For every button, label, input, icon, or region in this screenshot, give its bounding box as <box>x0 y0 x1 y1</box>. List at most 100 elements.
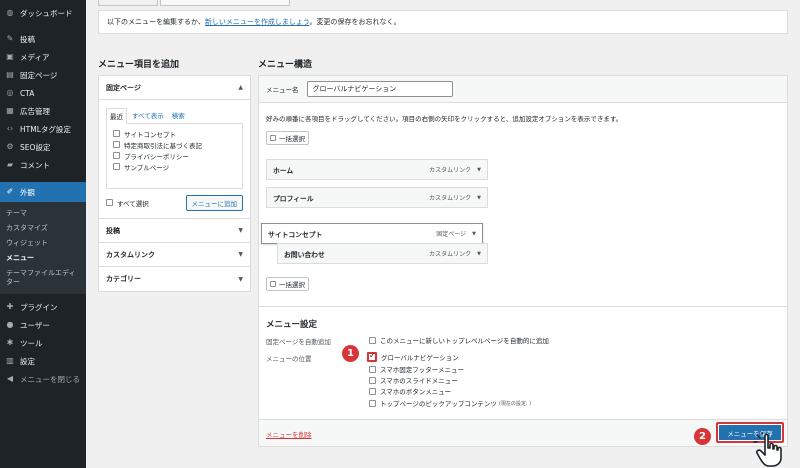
item-expand-icon[interactable]: ▼ <box>477 251 481 257</box>
posts-section-header[interactable]: 投稿 ▼ <box>99 219 250 243</box>
sidebar-item-tools[interactable]: ✱ ツール <box>0 334 86 352</box>
pin-icon: ✎ <box>6 34 14 43</box>
pointer-hand-icon <box>753 432 782 467</box>
sidebar-item-cta[interactable]: ◎ CTA <box>0 84 86 102</box>
nav-tab-locations[interactable] <box>160 0 290 6</box>
menu-item-contact[interactable]: お問い合わせ カスタムリンク ▼ <box>277 243 488 264</box>
list-item: サイトコンセプト <box>113 128 236 139</box>
list-item: プライバシーポリシー <box>113 150 236 161</box>
page-checkbox[interactable] <box>113 130 120 137</box>
sidebar-item-ads[interactable]: ▦ 広告管理 <box>0 102 86 120</box>
menu-item-site-concept[interactable]: サイトコンセプト 固定ページ ▼ <box>261 223 483 244</box>
location-global-nav-checkbox[interactable] <box>367 351 377 362</box>
page-checkbox[interactable] <box>113 152 120 159</box>
location-option-sp-button: スマホのボタンメニュー <box>369 386 451 396</box>
location-checkbox[interactable] <box>369 387 376 395</box>
cta-icon: ◎ <box>6 88 14 97</box>
item-expand-icon[interactable]: ▼ <box>472 231 476 237</box>
item-expand-icon[interactable]: ▼ <box>477 167 481 173</box>
submenu-item-theme-editor[interactable]: テーマファイルエディター <box>0 266 86 290</box>
menu-name-input[interactable]: グローバルナビゲーション <box>306 81 453 97</box>
add-to-menu-button[interactable]: メニューに追加 <box>185 195 243 211</box>
sidebar-item-comments[interactable]: ▰ コメント <box>0 156 86 174</box>
auto-add-option: このメニューに新しいトップレベルページを自動的に追加 <box>369 335 549 345</box>
create-new-menu-link[interactable]: 新しいメニューを作成しましょう <box>205 18 310 26</box>
location-option-sp-slide: スマホのスライドメニュー <box>369 375 458 385</box>
admin-sidebar: ◍ ダッシュボード ✎ 投稿 ▣ メディア ▤ 固定ページ ◎ CTA ▦ 広告管理 ‹› H… <box>0 0 86 468</box>
collapse-icon: ◀ <box>6 374 14 383</box>
page-checkbox[interactable] <box>113 141 120 148</box>
menu-location-label: メニューの位置 <box>266 355 312 363</box>
sidebar-item-media[interactable]: ▣ メディア <box>0 48 86 66</box>
tab-search[interactable]: 検索 <box>169 108 188 124</box>
categories-section-header[interactable]: カテゴリー ▼ <box>99 267 250 291</box>
page-icon: ▤ <box>6 70 14 79</box>
submenu-item-themes[interactable]: テーマ <box>0 206 86 221</box>
bulk-select-checkbox[interactable] <box>270 281 276 287</box>
add-items-heading: メニュー項目を追加 <box>98 60 180 70</box>
location-checkbox[interactable] <box>369 365 376 373</box>
dashboard-icon: ◍ <box>6 8 14 17</box>
menu-settings-heading: メニュー設定 <box>266 320 318 330</box>
sidebar-item-pages[interactable]: ▤ 固定ページ <box>0 66 86 84</box>
item-expand-icon[interactable]: ▼ <box>477 195 481 201</box>
sidebar-item-collapse[interactable]: ◀ メニューを閉じる <box>0 370 86 388</box>
pages-section-header[interactable]: 固定ページ ▲ <box>99 76 250 100</box>
menu-structure-panel: メニュー名 グローバルナビゲーション 好みの順番に各項目をドラッグしてください。… <box>258 75 788 447</box>
pages-list: サイトコンセプト 特定商取引法に基づく表記 プライバシーポリシー サンプルページ <box>106 123 243 189</box>
sidebar-item-posts[interactable]: ✎ 投稿 <box>0 30 86 48</box>
bulk-select-checkbox[interactable] <box>270 135 276 141</box>
submenu-item-menus[interactable]: メニュー <box>0 251 86 266</box>
location-checkbox[interactable] <box>369 399 376 407</box>
location-option-sp-footer: スマホ固定フッターメニュー <box>369 364 464 374</box>
tool-icon: ✱ <box>6 338 14 347</box>
chevron-down-icon: ▼ <box>238 275 243 283</box>
sidebar-item-dashboard[interactable]: ◍ ダッシュボード <box>0 4 86 22</box>
user-icon: ● <box>6 320 14 329</box>
comment-icon: ▰ <box>6 160 14 169</box>
tab-recent[interactable]: 最近 <box>106 108 127 124</box>
page-checkbox[interactable] <box>113 163 120 170</box>
settings-divider <box>259 306 787 307</box>
location-checkbox[interactable] <box>369 376 376 384</box>
custom-links-section-header[interactable]: カスタムリンク ▼ <box>99 243 250 267</box>
sidebar-item-settings[interactable]: ▥ 設定 <box>0 352 86 370</box>
sidebar-item-plugins[interactable]: ✚ プラグイン <box>0 298 86 316</box>
media-icon: ▣ <box>6 52 14 61</box>
tab-view-all[interactable]: すべて表示 <box>129 108 167 124</box>
bulk-select-bottom[interactable]: 一括選択 <box>266 277 309 291</box>
notice-bar: 以下のメニューを編集するか、新しいメニューを作成しましょう。変更の保存をお忘れな… <box>98 10 788 34</box>
select-all-pages: すべて選択 <box>106 197 149 208</box>
appearance-submenu: テーマ カスタマイズ ウィジェット メニュー テーマファイルエディター <box>0 202 86 294</box>
nav-tab-edit[interactable] <box>98 0 158 6</box>
list-item: 特定商取引法に基づく表記 <box>113 139 236 150</box>
code-icon: ‹› <box>6 124 14 133</box>
delete-menu-link[interactable]: メニューを削除 <box>266 429 312 439</box>
auto-add-checkbox[interactable] <box>369 336 376 344</box>
list-item: サンプルページ <box>113 161 236 172</box>
step-badge-1: 1 <box>342 345 359 362</box>
plugin-icon: ✚ <box>6 302 14 311</box>
menu-name-bar: メニュー名 グローバルナビゲーション <box>259 76 787 103</box>
sidebar-item-users[interactable]: ● ユーザー <box>0 316 86 334</box>
pages-section-body: 最近 すべて表示 検索 サイトコンセプト 特定商取引法に基づく表記 プライバシー… <box>99 100 250 219</box>
add-items-accordion: 固定ページ ▲ 最近 すべて表示 検索 サイトコンセプト 特定商取引法に基づく表… <box>98 75 251 292</box>
sidebar-item-seo[interactable]: ⚙ SEO設定 <box>0 138 86 156</box>
submenu-item-customize[interactable]: カスタマイズ <box>0 221 86 236</box>
bulk-select-top[interactable]: 一括選択 <box>266 131 309 145</box>
ad-icon: ▦ <box>6 106 14 115</box>
sidebar-item-appearance[interactable]: ✐ 外観 <box>0 182 86 202</box>
pages-tabs: 最近 すべて表示 検索 <box>106 108 243 124</box>
submenu-item-widgets[interactable]: ウィジェット <box>0 236 86 251</box>
main-content: 以下のメニューを編集するか、新しいメニューを作成しましょう。変更の保存をお忘れな… <box>86 0 800 468</box>
chevron-up-icon: ▲ <box>238 84 243 91</box>
menu-structure-heading: メニュー構造 <box>258 60 313 70</box>
auto-add-label: 固定ページを自動追加 <box>266 338 331 346</box>
seo-icon: ⚙ <box>6 142 14 151</box>
drag-instructions: 好みの順番に各項目をドラッグしてください。項目の右側の矢印をクリックすると、追加… <box>266 115 623 123</box>
sidebar-item-html-tags[interactable]: ‹› HTMLタグ設定 <box>0 120 86 138</box>
menu-item-home[interactable]: ホーム カスタムリンク ▼ <box>266 159 488 180</box>
menu-item-profile[interactable]: プロフィール カスタムリンク ▼ <box>266 187 488 208</box>
location-option-pickup: トップページのピックアップコンテンツ (現在の設定: ) <box>369 398 531 408</box>
select-all-checkbox[interactable] <box>106 199 113 206</box>
